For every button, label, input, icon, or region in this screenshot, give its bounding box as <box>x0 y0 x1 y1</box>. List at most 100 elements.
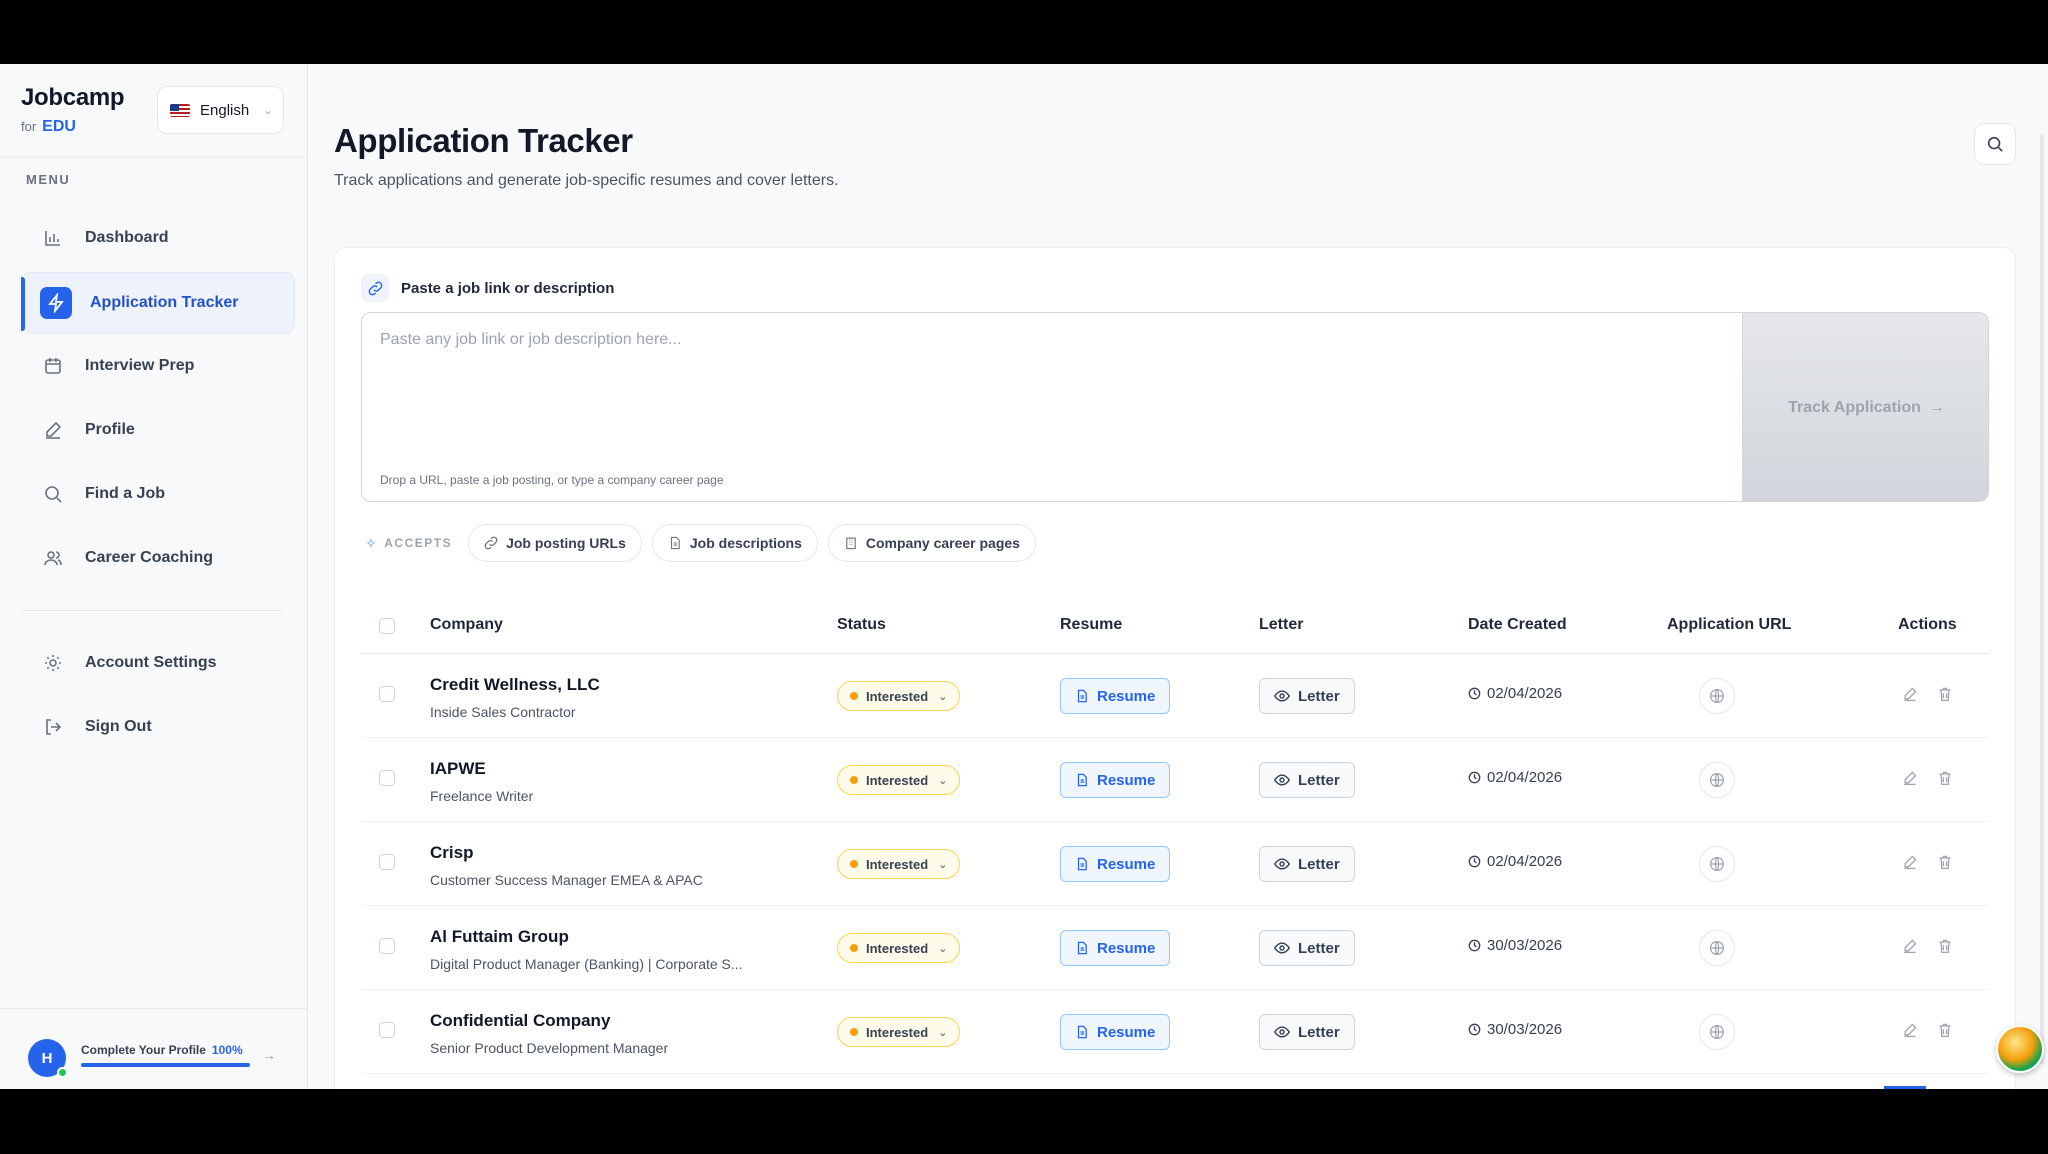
brand-name: Jobcamp <box>21 84 125 111</box>
letter-button[interactable]: Letter <box>1259 930 1355 966</box>
edit-button[interactable] <box>1902 854 1918 875</box>
resume-label: Resume <box>1097 1023 1156 1041</box>
delete-button[interactable] <box>1937 938 1953 959</box>
status-label: Interested <box>866 940 929 956</box>
date-created: 02/04/2026 <box>1468 853 1562 870</box>
status-dropdown[interactable]: Interested ⌄ <box>837 849 961 879</box>
header-status[interactable]: Status <box>837 616 886 634</box>
table-row[interactable]: IAPWE Freelance Writer Interested ⌄ Resu… <box>361 738 1989 822</box>
eye-icon <box>1274 858 1290 870</box>
letter-button[interactable]: Letter <box>1259 1014 1355 1050</box>
delete-button[interactable] <box>1937 686 1953 707</box>
row-checkbox[interactable] <box>379 854 395 870</box>
delete-button[interactable] <box>1937 854 1953 875</box>
trash-icon <box>1939 1023 1951 1038</box>
globe-icon <box>1710 857 1724 871</box>
header-date-created[interactable]: Date Created <box>1468 616 1567 634</box>
sidebar-item-sign-out[interactable]: Sign Out <box>21 695 295 759</box>
table-row[interactable]: Confidential Company Senior Product Deve… <box>361 990 1989 1074</box>
accepts-label: ✧ ACCEPTS <box>365 535 452 552</box>
row-checkbox[interactable] <box>379 686 395 702</box>
select-all-checkbox[interactable] <box>379 618 395 634</box>
profile-progress-bar <box>81 1063 250 1067</box>
sidebar-item-career-coaching[interactable]: Career Coaching <box>21 526 295 590</box>
status-dropdown[interactable]: Interested ⌄ <box>837 765 961 795</box>
resume-button[interactable]: Resume <box>1060 762 1171 798</box>
table-header: Company Status Resume Letter Date Create… <box>361 596 1989 654</box>
sidebar-item-application-tracker[interactable]: Application Tracker <box>21 272 295 334</box>
search-button[interactable] <box>1974 123 2016 165</box>
status-dropdown[interactable]: Interested ⌄ <box>837 1017 961 1047</box>
row-checkbox[interactable] <box>379 1022 395 1038</box>
letter-button[interactable]: Letter <box>1259 678 1355 714</box>
table-row[interactable]: Al Futtaim Group Digital Product Manager… <box>361 906 1989 990</box>
letter-button[interactable]: Letter <box>1259 762 1355 798</box>
clock-icon <box>1468 855 1481 868</box>
globe-icon <box>1710 773 1724 787</box>
sidebar-item-label: Account Settings <box>85 654 217 671</box>
sidebar-item-find-a-job[interactable]: Find a Job <box>21 462 295 526</box>
letter-button[interactable]: Letter <box>1259 846 1355 882</box>
chip-label: Company career pages <box>865 535 1020 551</box>
status-dropdown[interactable]: Interested ⌄ <box>837 681 961 711</box>
trash-icon <box>1939 855 1951 870</box>
header-company[interactable]: Company <box>430 616 503 634</box>
row-checkbox[interactable] <box>379 938 395 954</box>
track-application-button[interactable]: Track Application → <box>1742 313 1988 501</box>
language-selector[interactable]: English ⌄ <box>157 86 284 134</box>
application-url-button[interactable] <box>1699 846 1735 882</box>
chevron-down-icon: ⌄ <box>938 774 948 787</box>
tracker-card: Paste a job link or description Drop a U… <box>334 247 2016 1089</box>
resume-button[interactable]: Resume <box>1060 846 1171 882</box>
edit-button[interactable] <box>1902 686 1918 707</box>
delete-button[interactable] <box>1937 770 1953 791</box>
profile-completion-percent: 100% <box>211 1043 243 1057</box>
document-icon <box>1077 773 1087 787</box>
accepts-chip-job-descriptions: Job descriptions <box>651 524 818 562</box>
application-url-button[interactable] <box>1699 930 1735 966</box>
sidebar-item-profile[interactable]: Profile <box>21 398 295 462</box>
chevron-down-icon: ⌄ <box>938 1026 948 1039</box>
link-icon <box>361 274 389 302</box>
application-url-button[interactable] <box>1699 762 1735 798</box>
sidebar-item-account-settings[interactable]: Account Settings <box>21 631 295 695</box>
resume-button[interactable]: Resume <box>1060 1014 1171 1050</box>
letter-label: Letter <box>1298 855 1340 873</box>
table-row[interactable]: Credit Wellness, LLC Inside Sales Contra… <box>361 654 1989 738</box>
paste-hint: Drop a URL, paste a job posting, or type… <box>380 473 724 487</box>
scrollbar[interactable] <box>2040 134 2044 1064</box>
letterbox-bottom <box>0 1089 2048 1154</box>
row-checkbox[interactable] <box>379 770 395 786</box>
edit-button[interactable] <box>1902 1022 1918 1043</box>
edit-button[interactable] <box>1902 770 1918 791</box>
resume-label: Resume <box>1097 771 1156 789</box>
globe-icon <box>1710 1025 1724 1039</box>
bar-chart-icon <box>39 224 67 252</box>
table-body: Credit Wellness, LLC Inside Sales Contra… <box>361 654 1989 1074</box>
status-label: Interested <box>866 1024 929 1040</box>
eye-icon <box>1274 690 1290 702</box>
sidebar-item-interview-prep[interactable]: Interview Prep <box>21 334 295 398</box>
status-dropdown[interactable]: Interested ⌄ <box>837 933 961 963</box>
assistant-bubble-icon[interactable] <box>1996 1025 2044 1073</box>
date-created: 02/04/2026 <box>1468 769 1562 786</box>
application-url-button[interactable] <box>1699 678 1735 714</box>
chip-label: Job posting URLs <box>506 535 626 551</box>
resume-button[interactable]: Resume <box>1060 678 1171 714</box>
sidebar-item-dashboard[interactable]: Dashboard <box>21 206 295 270</box>
profile-completion[interactable]: H Complete Your Profile 100% → <box>0 1008 308 1089</box>
delete-button[interactable] <box>1937 1022 1953 1043</box>
edit-button[interactable] <box>1902 938 1918 959</box>
clock-icon <box>1468 687 1481 700</box>
divider <box>21 610 283 611</box>
company-name: Confidential Company <box>430 1011 611 1030</box>
resume-button[interactable]: Resume <box>1060 930 1171 966</box>
table-row[interactable]: Crisp Customer Success Manager EMEA & AP… <box>361 822 1989 906</box>
application-url-button[interactable] <box>1699 1014 1735 1050</box>
clock-icon <box>1468 939 1481 952</box>
app-window: Jobcamp for EDU English ⌄ MENU Dashboard <box>0 64 2048 1089</box>
sidebar-item-label: Sign Out <box>85 718 152 735</box>
company-name: Al Futtaim Group <box>430 927 569 946</box>
date-value: 02/04/2026 <box>1487 769 1563 786</box>
sidebar-item-label: Interview Prep <box>85 357 195 374</box>
